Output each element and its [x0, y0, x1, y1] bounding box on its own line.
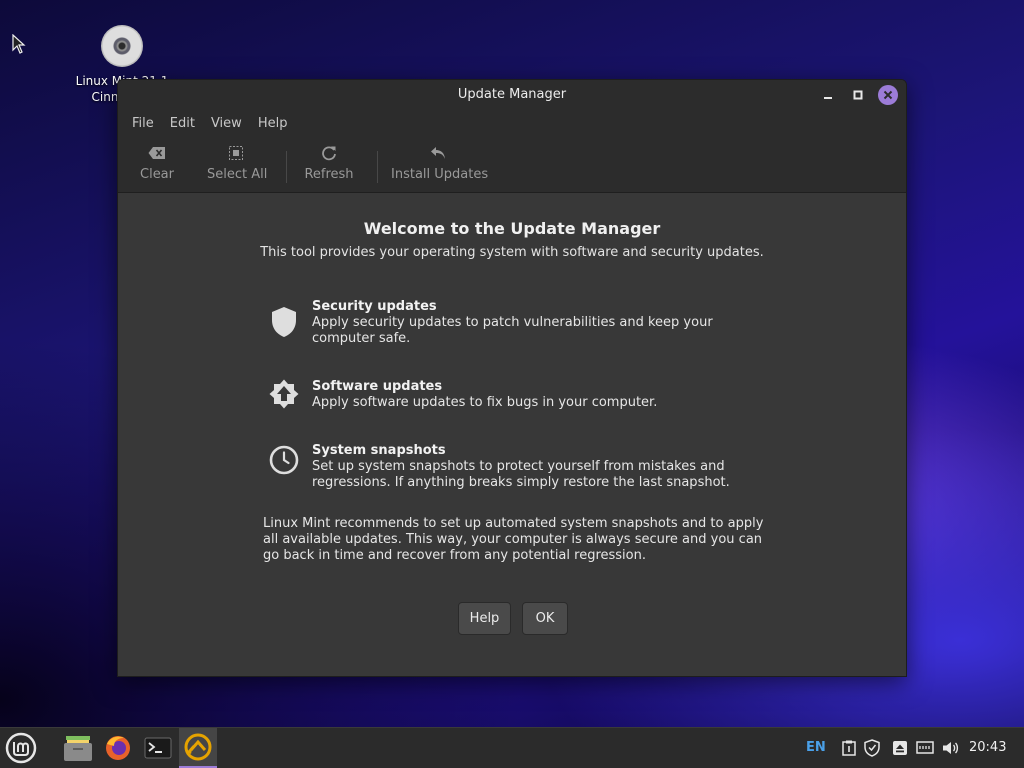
menu-file[interactable]: File [125, 116, 161, 131]
toolbar: Clear Select All Refresh Install Updates [118, 137, 906, 193]
maximize-button[interactable] [848, 85, 868, 105]
refresh-button[interactable]: Refresh [304, 143, 354, 182]
maximize-icon [853, 90, 863, 100]
keyboard-layout-indicator[interactable]: EN [806, 740, 826, 755]
update-manager-icon [184, 733, 212, 761]
update-shield-applet[interactable] [864, 739, 882, 757]
feature-title: Software updates [312, 379, 443, 394]
toolbar-separator [286, 151, 287, 183]
clock-icon [269, 445, 299, 475]
clear-label: Clear [140, 167, 174, 182]
shield-icon [272, 307, 296, 337]
feature-title: System snapshots [312, 443, 446, 458]
network-applet[interactable] [916, 739, 934, 757]
welcome-title: Welcome to the Update Manager [363, 219, 661, 238]
taskbar-files[interactable] [58, 728, 98, 768]
select-all-label: Select All [207, 167, 268, 182]
select-all-button[interactable]: Select All [207, 143, 268, 182]
eject-icon [893, 741, 907, 755]
disc-icon [101, 25, 143, 67]
sound-applet[interactable] [942, 739, 960, 757]
install-updates-label: Install Updates [391, 167, 489, 182]
menu-button[interactable] [3, 728, 39, 768]
network-wired-icon [916, 741, 934, 754]
minimize-button[interactable] [818, 85, 838, 105]
menu-bar: File Edit View Help [118, 110, 906, 137]
feature-description: Apply software updates to fix bugs in yo… [312, 395, 658, 410]
clear-button[interactable]: Clear [138, 143, 176, 182]
taskbar-update-manager[interactable] [179, 728, 217, 768]
linux-mint-logo-icon [5, 732, 37, 764]
bottom-panel: EN 20:43 [0, 727, 1024, 768]
shield-check-icon [864, 739, 880, 757]
feature-description: Apply security updates to patch vulnerab… [312, 315, 713, 346]
close-button[interactable] [878, 85, 898, 105]
update-manager-window: Update Manager File Edit View Help Clear [117, 79, 907, 677]
clipboard-applet[interactable] [840, 739, 858, 757]
help-button[interactable]: Help [458, 602, 511, 635]
taskbar-firefox[interactable] [98, 728, 138, 768]
folder-icon [64, 736, 92, 761]
minimize-icon [824, 97, 832, 99]
toolbar-separator [377, 151, 378, 183]
undo-arrow-icon [431, 147, 445, 159]
refresh-icon [322, 146, 336, 161]
mouse-pointer-icon [12, 34, 26, 54]
title-bar[interactable]: Update Manager [118, 80, 906, 110]
removable-drives-applet[interactable] [891, 739, 909, 757]
welcome-subtitle: This tool provides your operating system… [260, 245, 764, 260]
feature-title: Security updates [312, 299, 437, 314]
welcome-page: Welcome to the Update Manager This tool … [118, 194, 906, 676]
upgrade-arrow-icon [269, 379, 299, 409]
menu-help[interactable]: Help [251, 116, 295, 131]
clipboard-icon [842, 740, 856, 756]
terminal-icon [144, 737, 172, 759]
select-all-icon [229, 146, 243, 160]
clock[interactable]: 20:43 [969, 740, 1006, 755]
feature-description: Set up system snapshots to protect yours… [312, 459, 730, 490]
taskbar-terminal[interactable] [138, 728, 178, 768]
install-updates-button[interactable]: Install Updates [391, 143, 489, 182]
firefox-icon [106, 736, 130, 760]
ok-button[interactable]: OK [522, 602, 568, 635]
refresh-label: Refresh [304, 167, 354, 182]
menu-view[interactable]: View [204, 116, 249, 131]
menu-edit[interactable]: Edit [163, 116, 202, 131]
volume-icon [943, 742, 959, 754]
close-icon [883, 90, 893, 100]
recommendation-text: Linux Mint recommends to set up automate… [263, 516, 764, 563]
clear-icon [148, 147, 165, 159]
window-title: Update Manager [457, 87, 567, 102]
